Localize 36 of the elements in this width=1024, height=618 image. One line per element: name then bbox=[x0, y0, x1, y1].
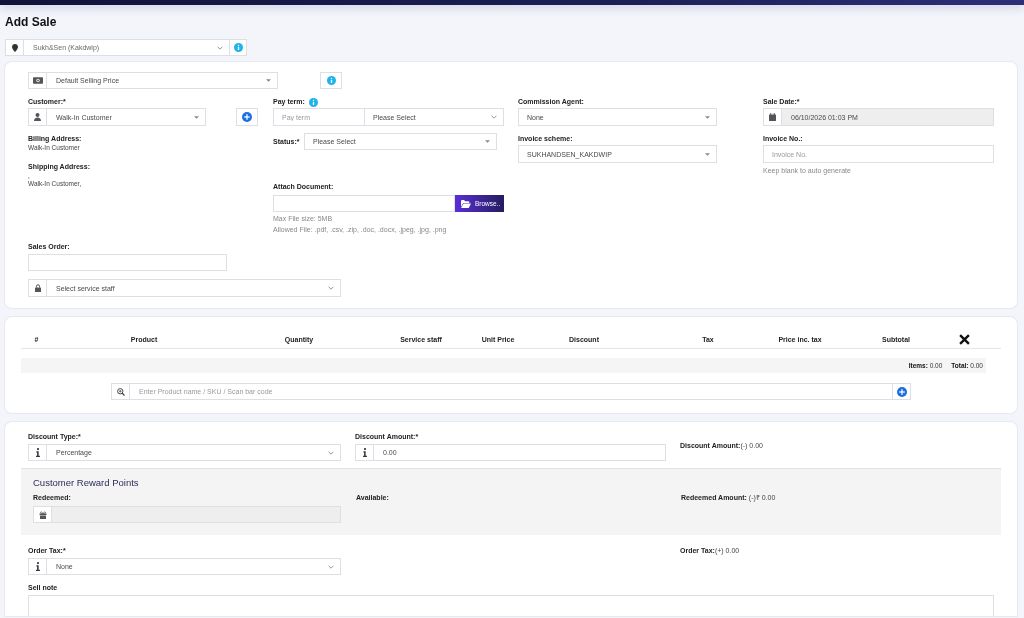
plus-circle-icon bbox=[242, 112, 252, 122]
add-customer-button[interactable] bbox=[236, 108, 258, 126]
lock-icon bbox=[34, 284, 41, 292]
gift-icon bbox=[38, 510, 47, 519]
caret-icon bbox=[705, 152, 710, 156]
chevron-down-icon bbox=[328, 564, 334, 569]
sell-note-field[interactable] bbox=[28, 595, 994, 616]
search-icon bbox=[116, 387, 125, 396]
calendar-icon bbox=[769, 113, 776, 121]
chevron-down-icon bbox=[217, 45, 223, 50]
sales-order-input[interactable] bbox=[28, 254, 227, 271]
user-icon bbox=[34, 113, 41, 121]
file-input[interactable] bbox=[273, 195, 455, 212]
info-icon bbox=[308, 97, 318, 107]
folder-icon bbox=[461, 199, 471, 208]
info-button[interactable] bbox=[230, 39, 247, 56]
info-icon bbox=[35, 448, 40, 457]
page-title: Add Sale bbox=[5, 15, 57, 30]
info-icon bbox=[35, 562, 40, 571]
banknote-icon bbox=[32, 77, 43, 84]
info-icon bbox=[326, 76, 336, 85]
caret-icon bbox=[266, 79, 271, 82]
panel-title: Customer Reward Points bbox=[33, 478, 139, 488]
info-icon bbox=[233, 43, 243, 52]
chevron-down-icon bbox=[328, 450, 334, 455]
add-product-button[interactable] bbox=[892, 384, 910, 399]
chevron-down-icon bbox=[328, 286, 334, 290]
chevron-down-icon bbox=[491, 115, 497, 119]
info-button[interactable] bbox=[320, 72, 342, 89]
map-pin-icon bbox=[11, 43, 18, 52]
info-icon bbox=[362, 448, 367, 457]
caret-icon bbox=[705, 115, 710, 119]
plus-circle-icon bbox=[896, 386, 907, 397]
caret-icon bbox=[194, 115, 199, 119]
close-icon bbox=[959, 333, 970, 345]
caret-icon bbox=[485, 140, 490, 143]
